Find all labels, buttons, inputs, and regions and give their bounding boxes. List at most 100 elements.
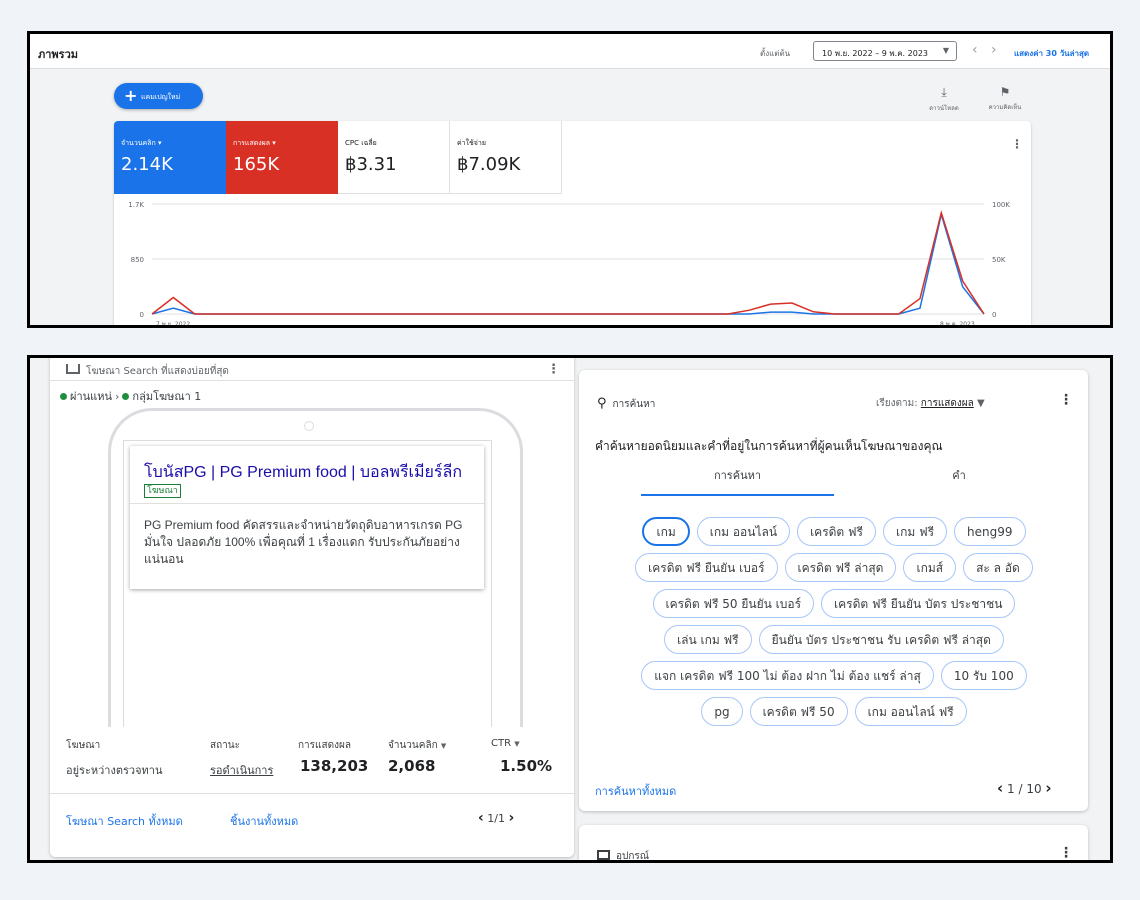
tab-words[interactable]: คำ <box>879 466 1039 484</box>
more-vert-icon[interactable]: ⋮ <box>1059 845 1073 860</box>
breadcrumb-campaign[interactable]: ผ่านแหน่ <box>70 390 112 403</box>
date-range-picker[interactable]: 10 พ.ย. 2022 – 9 พ.ค. 2023 ▼ <box>813 41 957 61</box>
feedback-icon: ⚑ <box>999 85 1011 99</box>
metric-label: จำนวนคลิก ▾ <box>121 139 162 147</box>
search-term-chip[interactable]: เครดิต ฟรี ยืนยัน บัตร ประชาชน <box>821 589 1016 618</box>
metric-value: 2.14K <box>121 154 173 175</box>
search-term-chip[interactable]: สะ ล อัด <box>963 553 1033 582</box>
search-term-chip[interactable]: เครดิต ฟรี 50 <box>749 697 848 726</box>
overview-main: + แคมเปญใหม่ ⤓ ดาวน์โหลด ⚑ ความคิดเห็น จ… <box>30 70 1110 328</box>
chip-row: เล่น เกม ฟรี ยืนยัน บัตร ประชาชน รับ เครด… <box>609 625 1059 654</box>
search-term-chip[interactable]: เกม ออนไลน์ <box>696 517 791 546</box>
tab-searches[interactable]: การค้นหา <box>641 466 834 484</box>
search-term-chip[interactable]: 10 รับ 100 <box>940 661 1027 690</box>
x-tick-label-start: 7 พ.ย. 2022 <box>156 321 190 328</box>
download-label: ดาวน์โหลด <box>929 105 959 112</box>
devices-icon <box>597 850 610 860</box>
active-tab-indicator <box>641 494 834 496</box>
cell-ctr: 1.50% <box>500 757 553 775</box>
column-header-impressions[interactable]: การแสดงผล <box>298 738 351 753</box>
search-term-chip[interactable]: เครดิต ฟรี ล่าสุด <box>784 553 897 582</box>
search-term-chip[interactable]: เกม <box>642 517 690 546</box>
download-icon: ⤓ <box>941 85 947 99</box>
y-right-tick-label: 50K <box>992 256 1006 264</box>
chip-row: pg เครดิต ฟรี 50 เกม ออนไลน์ ฟรี <box>609 697 1059 726</box>
ad-stats-table: โฆษณา สถานะ การแสดงผล จำนวนคลิก ▼ CTR ▼ … <box>50 727 574 857</box>
show-last-30-days-link[interactable]: แสดงค่า 30 วันล่าสุด <box>1014 47 1089 60</box>
ad-preview-icon <box>66 364 80 374</box>
ad-pager: ‹ 1/1 › <box>478 810 515 826</box>
ad-preview[interactable]: โบนัสPG | PG Premium food | บอลพรีเมียร์… <box>130 446 484 589</box>
search-term-chip[interactable]: เครดิต ฟรี 50 ยืนยัน เบอร์ <box>652 589 815 618</box>
x-tick-label-end: 8 พ.ค. 2023 <box>940 321 975 328</box>
chevron-left-icon[interactable]: ‹ <box>972 42 978 58</box>
ad-badge: โฆษณา <box>144 484 181 498</box>
chevron-down-icon: ▼ <box>976 398 985 409</box>
metric-avg-cpc[interactable]: CPC เฉลี่ย ฿3.31 <box>338 121 450 194</box>
chevron-right-icon[interactable]: › <box>1045 779 1051 797</box>
divider <box>50 793 574 794</box>
column-header-ctr[interactable]: CTR ▼ <box>491 738 520 749</box>
feedback-label: ความคิดเห็น <box>988 104 1022 111</box>
performance-card: จำนวนคลิก ▾ 2.14K การแสดงผล ▾ 165K CPC เ… <box>114 121 1031 328</box>
metric-clicks[interactable]: จำนวนคลิก ▾ 2.14K <box>114 121 226 194</box>
overview-header: ภาพรวม ตั้งแต่ต้น 10 พ.ย. 2022 – 9 พ.ค. … <box>30 34 1110 69</box>
download-button[interactable]: ⤓ ดาวน์โหลด <box>922 85 966 113</box>
chevron-left-icon[interactable]: ‹ <box>478 810 484 826</box>
status-dot-icon <box>60 393 67 400</box>
search-term-chip[interactable]: เกม ฟรี <box>882 517 948 546</box>
search-term-chip[interactable]: เครดิต ฟรี <box>797 517 876 546</box>
status-dot-icon <box>122 393 130 400</box>
cell-clicks: 2,068 <box>388 757 436 775</box>
search-term-chip[interactable]: heng99 <box>954 517 1026 546</box>
search-term-chip[interactable]: เกมส์ <box>903 553 957 582</box>
more-vert-icon[interactable]: ⋮ <box>1059 392 1073 408</box>
all-search-ads-link[interactable]: โฆษณา Search ทั้งหมด <box>66 812 183 830</box>
cell-status[interactable]: รอดำเนินการ <box>210 761 273 779</box>
more-vert-icon[interactable]: ⋮ <box>1011 137 1023 151</box>
metric-value: ฿3.31 <box>345 154 397 175</box>
search-term-chip[interactable]: เกม ออนไลน์ ฟรี <box>854 697 967 726</box>
all-assets-link[interactable]: ชิ้นงานทั้งหมด <box>230 812 298 830</box>
breadcrumb-separator: › <box>115 390 120 403</box>
sort-down-icon: ▼ <box>514 740 520 748</box>
date-since-label: ตั้งแต่ต้น <box>760 49 791 58</box>
breadcrumb: ผ่านแหน่ › กลุ่มโฆษณา 1 <box>60 387 201 405</box>
all-searches-link[interactable]: การค้นหาทั้งหมด <box>595 782 676 800</box>
searches-description: คำค้นหายอดนิยมและคำที่อยู่ในการค้นหาที่ผ… <box>595 439 943 453</box>
cell-ad-state: อยู่ระหว่างตรวจทาน <box>66 764 163 777</box>
sort-down-icon: ▼ <box>440 742 447 750</box>
search-term-chip[interactable]: pg <box>701 697 743 726</box>
search-term-chip[interactable]: ยืนยัน บัตร ประชาชน รับ เครดิต ฟรี ล่าสุ… <box>758 625 1004 654</box>
chip-row: แจก เครดิต ฟรี 100 ไม่ ต้อง ฝาก ไม่ ต้อง… <box>609 661 1059 690</box>
chevron-left-icon[interactable]: ‹ <box>997 779 1003 797</box>
metric-impressions[interactable]: การแสดงผล ▾ 165K <box>226 121 338 194</box>
ad-headline: โบนัสPG | PG Premium food | บอลพรีเมียร์… <box>144 464 463 481</box>
y-right-tick-label: 100K <box>992 201 1010 209</box>
new-campaign-button[interactable]: + แคมเปญใหม่ <box>114 83 203 109</box>
chevron-right-icon[interactable]: › <box>508 810 514 826</box>
breadcrumb-adgroup[interactable]: กลุ่มโฆษณา 1 <box>132 390 201 403</box>
y-right-tick-label: 0 <box>992 311 996 319</box>
metric-cost[interactable]: ค่าใช้จ่าย ฿7.09K <box>450 121 562 194</box>
divider <box>50 380 574 381</box>
chevron-right-icon[interactable]: › <box>991 42 997 58</box>
searches-card-title: ⚲ การค้นหา <box>597 396 656 411</box>
sort-dropdown[interactable]: เรียงตาม: การแสดงผล ▼ <box>876 396 985 411</box>
search-term-chip[interactable]: แจก เครดิต ฟรี 100 ไม่ ต้อง ฝาก ไม่ ต้อง… <box>641 661 934 690</box>
chip-row: เครดิต ฟรี ยืนยัน เบอร์ เครดิต ฟรี ล่าสุด… <box>609 553 1059 582</box>
search-term-chip[interactable]: เล่น เกม ฟรี <box>664 625 752 654</box>
more-vert-icon[interactable]: ⋮ <box>547 362 560 377</box>
search-icon: ⚲ <box>597 396 607 411</box>
column-header-clicks[interactable]: จำนวนคลิก ▼ <box>388 738 446 753</box>
column-header-ad: โฆษณา <box>66 740 101 751</box>
y-left-tick-label: 1.7K <box>128 201 144 209</box>
metric-label: การแสดงผล ▾ <box>233 139 276 147</box>
metric-value: 165K <box>233 154 280 175</box>
series-line <box>151 210 985 315</box>
search-term-chip[interactable]: เครดิต ฟรี ยืนยัน เบอร์ <box>635 553 778 582</box>
searches-card: ⚲ การค้นหา เรียงตาม: การแสดงผล ▼ ⋮ คำค้นห… <box>579 370 1088 811</box>
phone-camera <box>304 421 314 431</box>
feedback-button[interactable]: ⚑ ความคิดเห็น <box>978 85 1032 112</box>
ad-description: PG Premium food คัดสรรและจำหน่ายวัตถุดิบ… <box>144 518 463 566</box>
